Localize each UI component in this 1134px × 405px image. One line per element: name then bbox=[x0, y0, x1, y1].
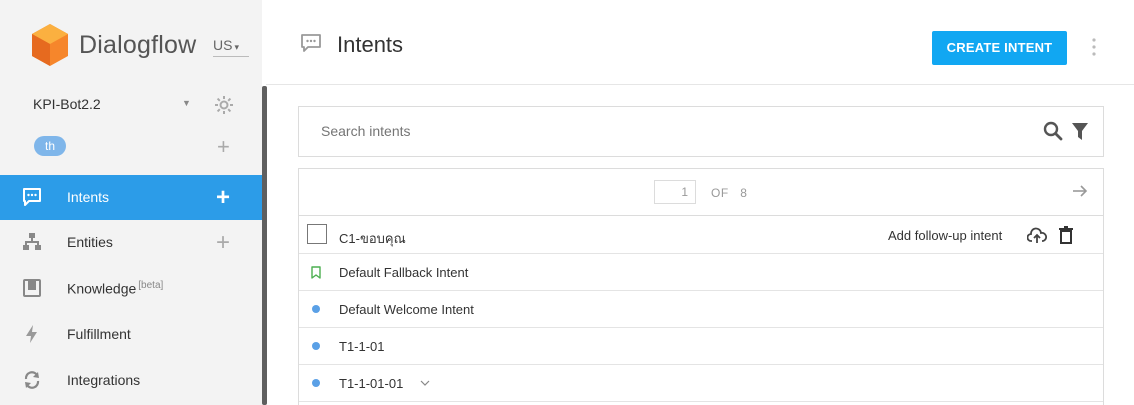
sidebar-item-intents[interactable]: Intents + bbox=[0, 175, 262, 220]
add-intent-icon[interactable]: + bbox=[216, 184, 230, 212]
sidebar-item-label: Knowledge bbox=[67, 280, 137, 297]
intent-name[interactable]: T1-1-01-01 bbox=[339, 376, 403, 391]
add-language-icon[interactable]: + bbox=[217, 134, 230, 160]
sidebar-item-label: Integrations bbox=[67, 372, 141, 388]
beta-badge: [beta] bbox=[138, 280, 164, 291]
create-intent-button[interactable]: CREATE INTENT bbox=[932, 31, 1067, 65]
gear-icon[interactable] bbox=[214, 95, 234, 115]
search-bar bbox=[298, 106, 1104, 157]
intent-name[interactable]: T1-1-01 bbox=[339, 339, 385, 354]
pagination: 1 OF 8 bbox=[299, 169, 1103, 216]
intent-row[interactable]: C1-ขอบคุณ Add follow-up intent bbox=[299, 217, 1103, 254]
chevron-down-icon[interactable] bbox=[420, 378, 430, 388]
sidebar-item-label: Fulfillment bbox=[67, 326, 131, 342]
page-count: OF 8 bbox=[711, 186, 747, 200]
sidebar-item-fulfillment[interactable]: Fulfillment bbox=[0, 312, 262, 357]
sidebar-item-knowledge[interactable]: Knowledge [beta] bbox=[0, 266, 262, 311]
add-followup-intent-link[interactable]: Add follow-up intent bbox=[888, 228, 1002, 243]
page-total: 8 bbox=[740, 186, 748, 200]
agent-dropdown-icon[interactable]: ▼ bbox=[182, 98, 191, 108]
cloud-upload-icon[interactable] bbox=[1027, 227, 1047, 245]
sidebar-scrollbar[interactable] bbox=[262, 86, 267, 405]
intents-page-icon bbox=[301, 34, 321, 52]
search-icon[interactable] bbox=[1043, 121, 1063, 141]
add-entity-icon[interactable]: + bbox=[216, 229, 230, 257]
intent-row[interactable]: T1-1-01 bbox=[299, 328, 1103, 365]
more-options-icon[interactable] bbox=[1091, 37, 1097, 57]
intent-list: 1 OF 8 C1-ขอบคุณ Add follow-up intent De… bbox=[298, 168, 1104, 405]
language-badge[interactable]: th bbox=[34, 136, 66, 156]
header-divider bbox=[266, 84, 1134, 85]
intent-row[interactable]: Default Fallback Intent bbox=[299, 254, 1103, 291]
chevron-down-icon: ▾ bbox=[234, 42, 239, 52]
sidebar-item-label-group: Knowledge [beta] bbox=[67, 280, 163, 297]
sidebar-item-entities[interactable]: Entities + bbox=[0, 220, 262, 265]
fulfillment-icon bbox=[26, 325, 37, 343]
intents-icon bbox=[23, 188, 41, 206]
sidebar-item-integrations[interactable]: Integrations bbox=[0, 358, 262, 403]
arrow-right-icon[interactable] bbox=[1071, 182, 1089, 200]
intent-name[interactable]: Default Fallback Intent bbox=[339, 265, 468, 280]
knowledge-icon bbox=[23, 279, 41, 297]
intent-status-dot bbox=[312, 379, 320, 387]
page-title: Intents bbox=[337, 32, 404, 57]
page-of-label: OF bbox=[711, 186, 729, 200]
intent-name[interactable]: Default Welcome Intent bbox=[339, 302, 474, 317]
entities-icon bbox=[23, 233, 41, 250]
agent-name[interactable]: KPI-Bot2.2 bbox=[33, 96, 101, 112]
bookmark-icon bbox=[311, 266, 321, 279]
intent-row[interactable]: T1-1-01-01 bbox=[299, 365, 1103, 402]
sidebar-item-label: Entities bbox=[67, 234, 113, 250]
intent-row[interactable]: Default Welcome Intent bbox=[299, 291, 1103, 328]
brand-name: Dialogflow bbox=[79, 31, 197, 59]
intent-status-dot bbox=[312, 342, 320, 350]
trash-icon[interactable] bbox=[1059, 226, 1073, 244]
filter-icon[interactable] bbox=[1072, 122, 1088, 141]
intent-status-dot bbox=[312, 305, 320, 313]
dialogflow-logo-icon[interactable] bbox=[30, 23, 70, 67]
region-selector[interactable]: US ▾ bbox=[213, 37, 249, 57]
region-label: US bbox=[213, 37, 233, 53]
intent-checkbox[interactable] bbox=[307, 224, 327, 244]
page-number-input[interactable]: 1 bbox=[654, 180, 696, 204]
intent-name[interactable]: C1-ขอบคุณ bbox=[339, 228, 406, 249]
brand-header: Dialogflow US ▾ bbox=[0, 0, 262, 86]
sidebar: Dialogflow US ▾ KPI-Bot2.2 ▼ th + Intents… bbox=[0, 0, 262, 405]
sidebar-item-label: Intents bbox=[67, 189, 110, 205]
integrations-icon bbox=[24, 371, 40, 389]
search-input[interactable] bbox=[321, 123, 921, 139]
